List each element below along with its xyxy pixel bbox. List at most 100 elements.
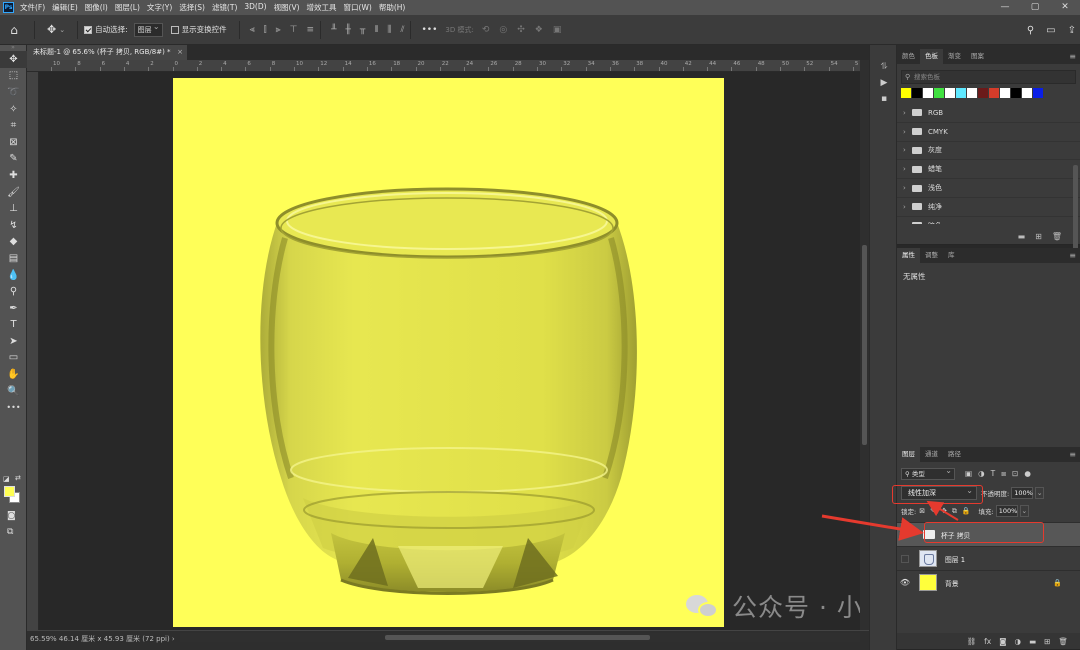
delete-icon[interactable]: 🗑 [1052, 232, 1062, 241]
opacity-input[interactable]: 100% [1011, 487, 1034, 499]
menu-item[interactable]: 增效工具 [307, 2, 337, 13]
panel-tab[interactable]: 调整 [920, 248, 943, 263]
type-tool-icon[interactable]: T [0, 317, 27, 334]
home-icon[interactable]: ⌂ [0, 23, 28, 37]
dodge-tool-icon[interactable]: ⚲ [0, 283, 27, 300]
quick-mask-icon[interactable]: ◙ [7, 511, 16, 521]
panel-tab[interactable]: 通道 [920, 447, 943, 462]
chevron-right-icon[interactable]: › [903, 203, 912, 211]
panel-menu-icon[interactable]: ≡ [1069, 49, 1076, 64]
orbit-3d-icon[interactable]: ⟲ [482, 25, 490, 35]
actions-panel-icon[interactable]: ▶ [870, 75, 898, 91]
color-swatch[interactable] [1000, 88, 1010, 98]
panel-menu-icon[interactable]: ≡ [1069, 248, 1076, 263]
eraser-tool-icon[interactable]: ◆ [0, 234, 27, 251]
lasso-tool-icon[interactable]: ➰ [0, 84, 27, 101]
panel-tab[interactable]: 图层 [897, 447, 920, 462]
panel-menu-icon[interactable]: ≡ [1069, 447, 1076, 462]
align-vtop-icon[interactable]: ╨ [331, 25, 336, 35]
panel-tab[interactable]: 路径 [943, 447, 966, 462]
new-group-icon[interactable]: ▬ [1018, 232, 1026, 241]
swap-colors-icon[interactable]: ⇄ [15, 474, 21, 482]
color-swatch[interactable] [945, 88, 955, 98]
slide-3d-icon[interactable]: ❖ [535, 25, 543, 35]
checkbox-checked-icon[interactable] [84, 25, 93, 34]
close-tab-icon[interactable]: × [177, 45, 183, 60]
menu-item[interactable]: 帮助(H) [379, 2, 406, 13]
chevron-right-icon[interactable]: › [903, 109, 912, 117]
panel-tab[interactable]: 库 [943, 248, 960, 263]
filter-kind-dropdown[interactable]: ⚲ 类型 [901, 466, 955, 480]
lock-all-icon[interactable]: 🔒 [962, 507, 971, 516]
color-swatch[interactable] [978, 88, 988, 98]
frame-tool-icon[interactable]: ⊠ [0, 134, 27, 151]
opacity-chevron-icon[interactable]: ⌄ [1035, 487, 1045, 499]
panel-tab[interactable]: 渐变 [943, 49, 966, 64]
distribute-space-icon[interactable]: ⫽ [400, 25, 404, 35]
move-tool-icon[interactable]: ✥ [0, 51, 27, 68]
add-mask-icon[interactable]: ◙ [999, 637, 1006, 646]
menu-item[interactable]: 文字(Y) [147, 2, 172, 13]
show-transform-checkbox[interactable]: 显示变换控件 [170, 24, 227, 35]
close-window-button[interactable]: ✕ [1050, 0, 1080, 15]
scroll-thumb[interactable] [385, 635, 650, 640]
drag-3d-icon[interactable]: ✣ [517, 25, 525, 35]
lock-image-icon[interactable]: ✎ [930, 507, 936, 516]
panel-tab[interactable]: 颜色 [897, 49, 920, 64]
chevron-right-icon[interactable]: › [903, 128, 912, 136]
fill-chevron-icon[interactable]: ⌄ [1019, 505, 1029, 517]
clone-stamp-tool-icon[interactable]: ⊥ [0, 200, 27, 217]
new-group-icon[interactable]: ▬ [1029, 637, 1036, 646]
adjustment-filter-icon[interactable]: ◑ [978, 469, 985, 479]
swatch-folder[interactable]: › 暗色 [897, 217, 1080, 224]
roll-3d-icon[interactable]: ◎ [499, 25, 507, 35]
delete-layer-icon[interactable]: 🗑 [1058, 637, 1068, 646]
color-swatch[interactable] [923, 88, 933, 98]
auto-select-dropdown[interactable]: 图层 [133, 22, 163, 37]
filter-toggle-icon[interactable]: ● [1024, 469, 1031, 479]
hand-tool-icon[interactable]: ✋ [0, 366, 27, 383]
menu-item[interactable]: 窗口(W) [344, 2, 372, 13]
menu-item[interactable]: 选择(S) [179, 2, 205, 13]
menu-item[interactable]: 视图(V) [274, 2, 300, 13]
chevron-right-icon[interactable]: › [903, 146, 912, 154]
menu-item[interactable]: 编辑(E) [52, 2, 78, 13]
search-icon[interactable]: ⚲ [1027, 25, 1034, 36]
layer-row[interactable]: 图层 1 [897, 546, 1080, 570]
align-hcenter-icon[interactable]: ⫿ [264, 25, 267, 35]
color-swatch[interactable] [1022, 88, 1032, 98]
lock-artboard-icon[interactable]: ⧉ [952, 507, 957, 516]
pen-tool-icon[interactable]: ✒ [0, 300, 27, 317]
share-icon[interactable]: ⇪ [1068, 25, 1076, 36]
brush-tool-icon[interactable]: 🖌 [0, 184, 27, 201]
healing-brush-tool-icon[interactable]: ✚ [0, 167, 27, 184]
lock-icon[interactable]: 🔒 [1053, 579, 1062, 587]
default-colors-icon[interactable]: ◪ [3, 475, 11, 483]
document-tab[interactable]: 未标题-1 @ 65.6% (杯子 拷贝, RGB/8#) * × [27, 45, 187, 60]
align-left-icon[interactable]: ⫷ [250, 25, 255, 35]
panel-tab[interactable]: 属性 [897, 248, 920, 263]
menu-item[interactable]: 滤镜(T) [212, 2, 237, 13]
swatch-folder[interactable]: › RGB [897, 104, 1080, 123]
lock-position-icon[interactable]: ✥ [941, 507, 947, 516]
color-swatch[interactable] [956, 88, 966, 98]
crop-tool-icon[interactable]: ⌗ [0, 117, 27, 134]
color-swatch[interactable] [912, 88, 922, 98]
chevron-right-icon[interactable]: › [903, 184, 912, 192]
scale-3d-icon[interactable]: ▣ [553, 25, 562, 35]
fill-input[interactable]: 100% [995, 505, 1018, 517]
distribute-icon[interactable]: ≡ [307, 25, 315, 35]
color-swatch[interactable] [1033, 88, 1043, 98]
lock-transparent-icon[interactable]: ⊠ [919, 507, 925, 516]
pixel-filter-icon[interactable]: ▣ [965, 469, 972, 479]
new-layer-icon[interactable]: ⊞ [1044, 637, 1050, 646]
minimize-button[interactable]: — [990, 0, 1020, 15]
foreground-color-swatch[interactable] [4, 486, 15, 497]
swatch-folder[interactable]: › CMYK [897, 123, 1080, 142]
history-panel-icon[interactable]: ⥮ [870, 59, 898, 75]
shape-filter-icon[interactable]: ⧈ [1001, 469, 1006, 479]
swatch-search-input[interactable]: ⚲ 搜索色板 [901, 70, 1076, 84]
color-swatch[interactable] [901, 88, 911, 98]
vertical-scrollbar[interactable] [860, 60, 869, 630]
color-swatch[interactable] [967, 88, 977, 98]
